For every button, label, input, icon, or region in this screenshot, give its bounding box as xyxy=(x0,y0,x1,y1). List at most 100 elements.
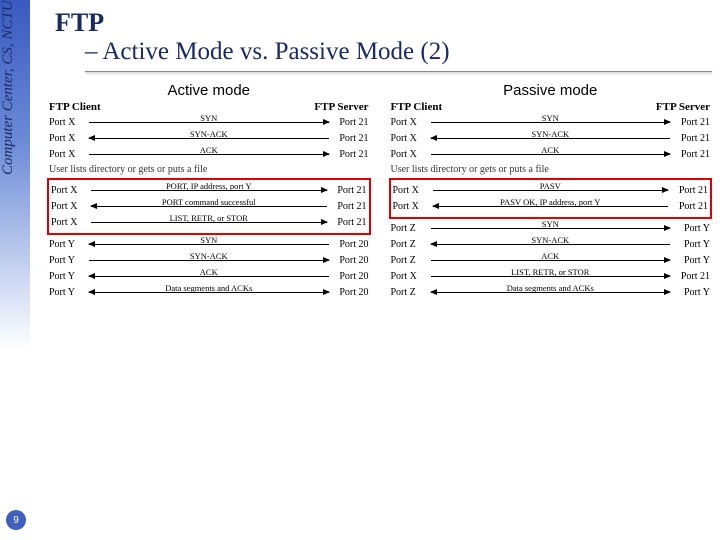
arrow: ACK xyxy=(89,270,329,284)
active-sequence: FTP Client FTP Server Port XSYNPort 21Po… xyxy=(47,102,371,300)
arrow-label: SYN xyxy=(540,220,561,229)
seq-row: Port ZACKPort Y xyxy=(391,253,711,268)
passive-mode-col: Passive mode FTP Client FTP Server Port … xyxy=(389,82,713,301)
port-left: Port X xyxy=(51,218,91,228)
seq-row: Port Z SYN-ACK Port Y xyxy=(391,237,711,252)
arrow-label: LIST, RETR, or STOR xyxy=(509,268,591,277)
port-left: Port X xyxy=(51,186,91,196)
seq-row: Port X LIST, RETR, or STOR Port 21 xyxy=(391,269,711,284)
active-client-label: FTP Client xyxy=(49,102,109,113)
title-underline xyxy=(85,69,712,72)
active-cmd-group: Port XPORT, IP address, port YPort 21Por… xyxy=(47,178,371,235)
arrow-label: PORT, IP address, port Y xyxy=(164,182,254,191)
port-right: Port Y xyxy=(670,240,710,250)
arrow: SYN-ACK xyxy=(89,132,329,146)
seq-row: Port XSYNPort 21 xyxy=(49,115,369,130)
arrow: Data segments and ACKs xyxy=(431,286,671,300)
port-left: Port Y xyxy=(49,240,89,250)
diagrams-container: Active mode FTP Client FTP Server Port X… xyxy=(47,82,712,301)
arrow-label: ACK xyxy=(539,252,561,261)
arrow: ACK xyxy=(431,254,671,268)
active-mode-col: Active mode FTP Client FTP Server Port X… xyxy=(47,82,371,301)
arrow-label: ACK xyxy=(198,146,220,155)
port-right: Port 21 xyxy=(670,134,710,144)
port-right: Port 21 xyxy=(327,202,367,212)
port-right: Port 21 xyxy=(670,150,710,160)
port-right: Port 20 xyxy=(329,240,369,250)
arrow: LIST, RETR, or STOR xyxy=(431,270,671,284)
seq-row: Port YACKPort 20 xyxy=(49,269,369,284)
sidebar-banner: Computer Center, CS, NCTU xyxy=(0,0,30,350)
port-left: Port Z xyxy=(391,224,431,234)
seq-row: Port XPASVPort 21 xyxy=(393,183,709,198)
port-left: Port Z xyxy=(391,240,431,250)
port-left: Port X xyxy=(391,272,431,282)
active-note: User lists directory or gets or puts a f… xyxy=(49,165,369,175)
arrow-label: ACK xyxy=(539,146,561,155)
passive-server-label: FTP Server xyxy=(451,102,711,113)
arrow-label: SYN xyxy=(540,114,561,123)
arrow-label: SYN-ACK xyxy=(188,252,230,261)
seq-row: Port XSYN-ACKPort 21 xyxy=(391,131,711,146)
arrow: PORT, IP address, port Y xyxy=(91,184,327,198)
arrow: PASV OK, IP address, port Y xyxy=(433,200,669,214)
port-right: Port Y xyxy=(670,288,710,298)
seq-row: Port XLIST, RETR, or STORPort 21 xyxy=(51,215,367,230)
seq-row: Port Y Data segments and ACKs Port 20 xyxy=(49,285,369,300)
arrow: SYN xyxy=(89,116,329,130)
port-left: Port Y xyxy=(49,288,89,298)
port-left: Port Z xyxy=(391,256,431,266)
active-handshake-group: Port XSYNPort 21Port XSYN-ACKPort 21Port… xyxy=(47,115,371,162)
arrow: SYN xyxy=(431,116,671,130)
passive-note: User lists directory or gets or puts a f… xyxy=(391,165,711,175)
arrow: ACK xyxy=(431,148,671,162)
arrow: Data segments and ACKs xyxy=(89,286,329,300)
active-mode-header: Active mode xyxy=(47,82,371,99)
port-right: Port 21 xyxy=(327,218,367,228)
port-left: Port X xyxy=(391,118,431,128)
port-right: Port 21 xyxy=(327,186,367,196)
arrow-label: SYN xyxy=(198,114,219,123)
port-right: Port 21 xyxy=(668,186,708,196)
page-number-badge: 9 xyxy=(6,510,26,530)
port-right: Port Y xyxy=(670,224,710,234)
port-left: Port X xyxy=(51,202,91,212)
port-left: Port Y xyxy=(49,272,89,282)
port-right: Port 21 xyxy=(670,118,710,128)
arrow-label: SYN-ACK xyxy=(529,130,571,139)
passive-handshake-group: Port XSYNPort 21Port XSYN-ACKPort 21Port… xyxy=(389,115,713,162)
port-left: Port Z xyxy=(391,288,431,298)
port-right: Port 21 xyxy=(670,272,710,282)
passive-sequence: FTP Client FTP Server Port XSYNPort 21Po… xyxy=(389,102,713,300)
passive-mode-header: Passive mode xyxy=(389,82,713,99)
title-line-2: – Active Mode vs. Passive Mode (2) xyxy=(85,38,712,66)
port-right: Port 20 xyxy=(329,288,369,298)
arrow-label: SYN-ACK xyxy=(529,236,571,245)
slide-content: FTP – Active Mode vs. Passive Mode (2) A… xyxy=(55,8,712,301)
seq-row: Port X PORT, IP address, port Y Port 21 xyxy=(51,183,367,198)
arrow: SYN-ACK xyxy=(431,238,671,252)
port-left: Port X xyxy=(49,150,89,160)
arrow-label: PORT command successful xyxy=(160,198,258,207)
port-left: Port X xyxy=(391,150,431,160)
seq-row: Port Z SYN Port Y xyxy=(391,221,711,236)
port-right: Port 21 xyxy=(329,134,369,144)
seq-row: Port X ACK Port 21 xyxy=(49,147,369,162)
seq-row: Port X PORT command successful Port 21 xyxy=(51,199,367,214)
seq-row: Port XSYN-ACKPort 21 xyxy=(49,131,369,146)
port-right: Port 21 xyxy=(668,202,708,212)
passive-data-group: Port ZSYNPort YPort ZSYN-ACKPort YPort Z… xyxy=(389,221,713,300)
passive-client-label: FTP Client xyxy=(391,102,451,113)
arrow-label: Data segments and ACKs xyxy=(163,284,254,293)
seq-row: Port ZData segments and ACKsPort Y xyxy=(391,285,711,300)
seq-row: Port X SYN Port 21 xyxy=(391,115,711,130)
port-right: Port 20 xyxy=(329,256,369,266)
arrow-label: PASV OK, IP address, port Y xyxy=(498,198,602,207)
arrow-label: SYN xyxy=(198,236,219,245)
port-right: Port 21 xyxy=(329,150,369,160)
arrow: SYN-ACK xyxy=(431,132,671,146)
port-left: Port X xyxy=(49,134,89,144)
arrow: PORT command successful xyxy=(91,200,327,214)
arrow-label: ACK xyxy=(198,268,220,277)
port-right: Port 21 xyxy=(329,118,369,128)
